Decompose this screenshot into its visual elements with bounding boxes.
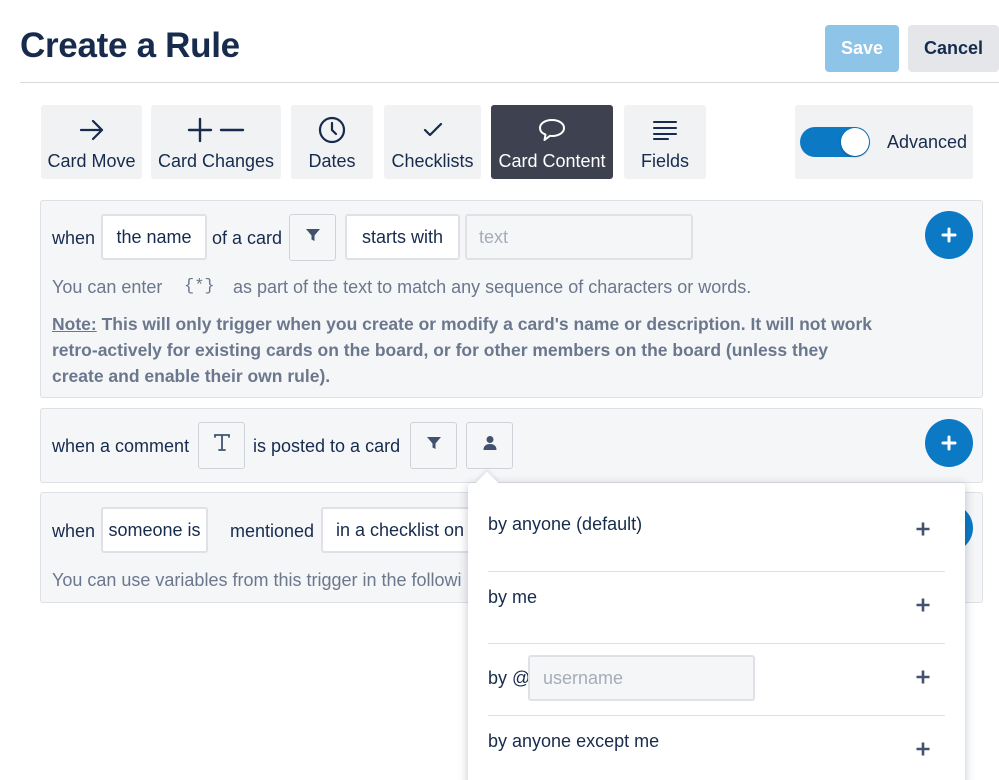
tab-label: Dates (308, 151, 356, 171)
user-filter-button[interactable] (466, 422, 513, 469)
dropdown-item-label: by @ (488, 668, 531, 688)
of-card-label: of a card (212, 228, 283, 248)
when-label: when (52, 521, 96, 541)
username-input[interactable]: username (528, 655, 755, 701)
tab-checklists[interactable]: Checklists (384, 105, 481, 179)
tab-fields[interactable]: Fields (624, 105, 706, 179)
tab-dates[interactable]: Dates (291, 105, 373, 179)
plus-icon[interactable] (915, 741, 931, 762)
lines-icon (652, 115, 678, 145)
dropdown-item-username[interactable]: by @ username (488, 644, 945, 716)
when-label: when (52, 228, 96, 248)
advanced-toggle[interactable] (800, 127, 870, 157)
plus-icon[interactable] (915, 669, 931, 690)
location-select[interactable]: in a checklist on (321, 507, 481, 553)
dropdown-item-except-me[interactable]: by anyone except me (488, 716, 945, 780)
add-trigger-button[interactable] (925, 211, 973, 259)
filter-button[interactable] (289, 214, 336, 261)
dropdown-item-label: by anyone except me (488, 731, 660, 751)
header-divider (20, 82, 999, 83)
tab-label: Checklists (391, 151, 474, 171)
filter-icon (426, 435, 442, 456)
text-format-icon (212, 433, 232, 458)
speech-bubble-icon (538, 115, 566, 145)
add-trigger-button[interactable] (925, 419, 973, 467)
dropdown-item-label: by anyone (default) (488, 514, 643, 534)
person-icon (482, 435, 498, 456)
mentioned-label: mentioned (230, 521, 315, 541)
cancel-button[interactable]: Cancel (908, 25, 999, 72)
trigger-card-name: when the name of a card starts with text… (40, 200, 983, 398)
plus-minus-icon (187, 115, 245, 145)
commenter-dropdown: by anyone (default) by me by @ username … (468, 471, 965, 780)
tab-card-content[interactable]: Card Content (491, 105, 613, 179)
page-title: Create a Rule (20, 26, 240, 65)
tab-label: Fields (640, 151, 689, 171)
text-input[interactable]: text (465, 214, 693, 260)
checkmark-icon (423, 115, 443, 145)
trigger-comment: when a comment is posted to a card (40, 408, 983, 483)
text-format-button[interactable] (198, 422, 245, 469)
hint-text-post: as part of the text to match any sequenc… (233, 277, 752, 297)
who-select[interactable]: someone is (101, 507, 208, 553)
plus-icon[interactable] (915, 521, 931, 542)
advanced-toggle-container: Advanced (795, 105, 973, 179)
save-button[interactable]: Save (825, 25, 899, 72)
posted-label: is posted to a card (253, 436, 401, 456)
filter-icon (305, 227, 321, 248)
tab-label: Card Move (47, 151, 136, 171)
advanced-label: Advanced (887, 132, 968, 152)
hint-code: {*} (184, 277, 215, 296)
dropdown-item-label: by me (488, 587, 538, 607)
note-label: Note: (52, 314, 97, 334)
hint-text-pre: You can enter (52, 277, 163, 297)
clock-icon (318, 115, 346, 145)
arrow-right-icon (79, 115, 105, 145)
variables-hint: You can use variables from this trigger … (52, 570, 462, 590)
tab-card-changes[interactable]: Card Changes (151, 105, 281, 179)
tab-card-move[interactable]: Card Move (41, 105, 142, 179)
plus-icon[interactable] (915, 597, 931, 618)
tab-label: Card Content (498, 151, 606, 171)
operator-select[interactable]: starts with (345, 214, 460, 260)
when-comment-label: when a comment (52, 436, 190, 456)
dropdown-item-me[interactable]: by me (488, 572, 945, 644)
field-select[interactable]: the name (101, 214, 207, 260)
note-body: This will only trigger when you create o… (52, 314, 872, 386)
toggle-knob (841, 128, 869, 156)
plus-icon (941, 227, 957, 243)
plus-icon (941, 435, 957, 451)
dropdown-item-anyone[interactable]: by anyone (default) (488, 500, 945, 572)
filter-button[interactable] (410, 422, 457, 469)
note-text: Note: This will only trigger when you cr… (52, 311, 872, 389)
tab-label: Card Changes (157, 151, 275, 171)
